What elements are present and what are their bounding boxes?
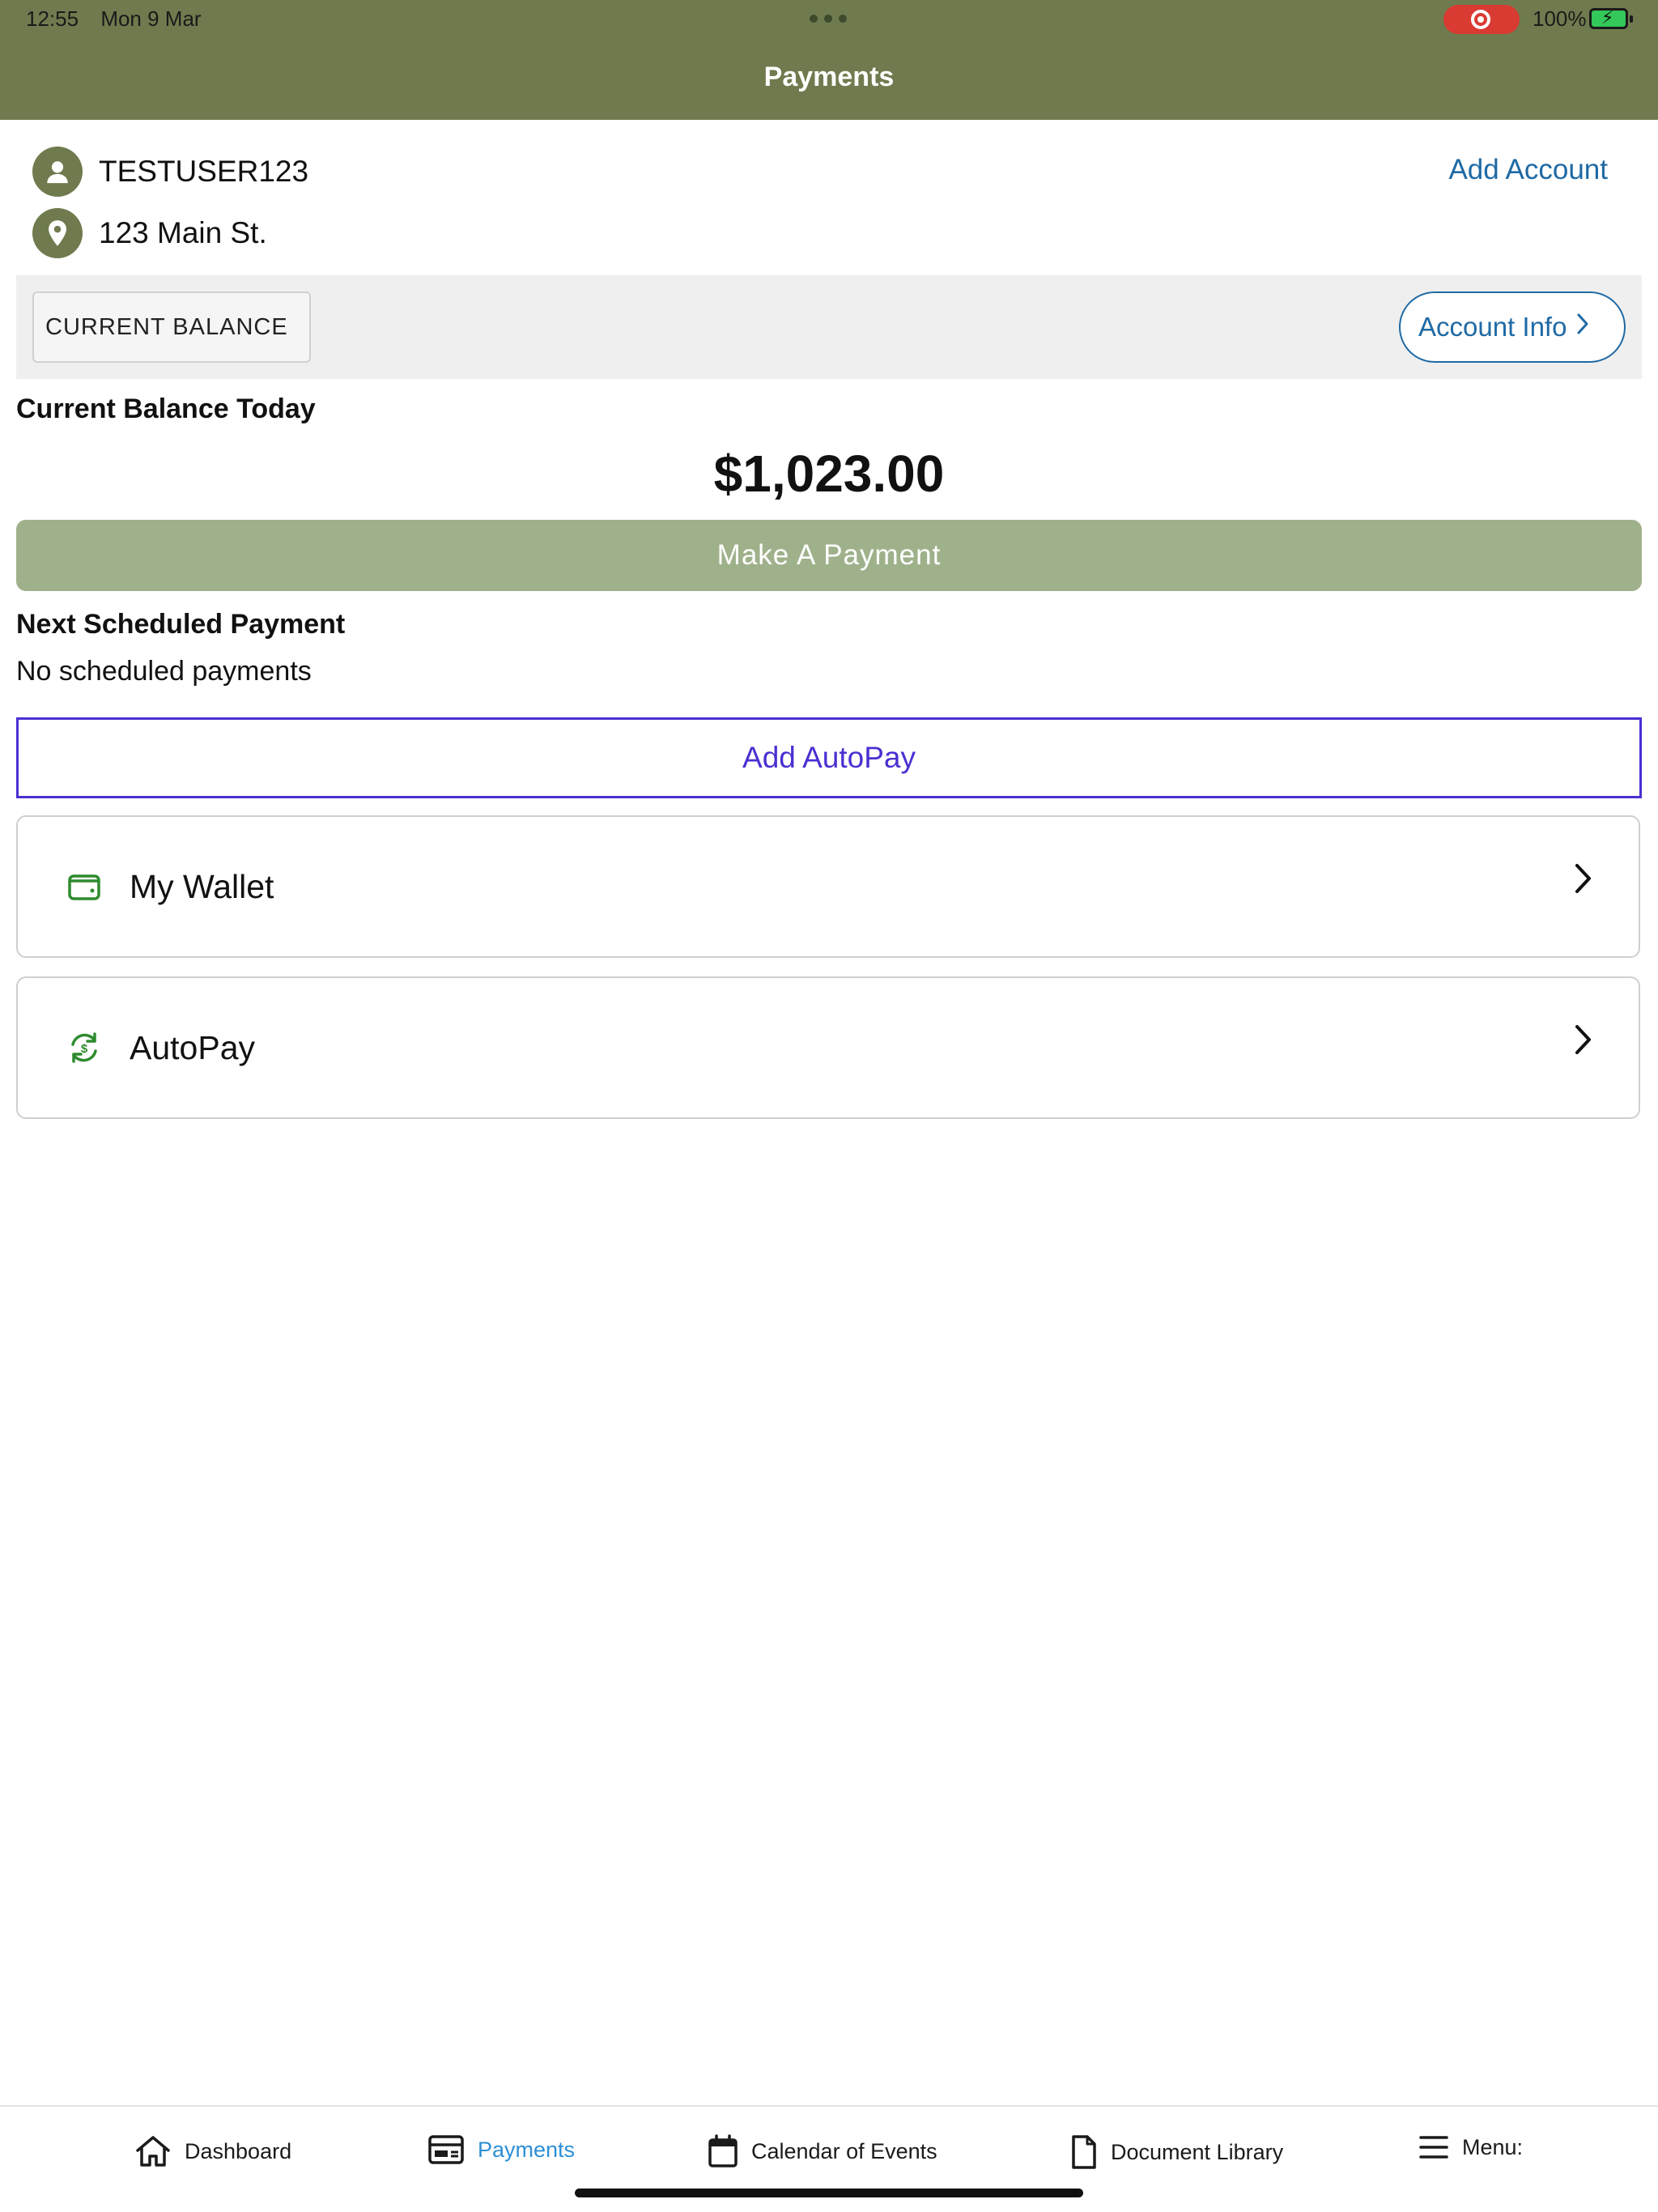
account-user-row: TESTUSER123 <box>32 147 308 197</box>
no-scheduled-payments-text: No scheduled payments <box>16 656 312 687</box>
multitasking-dots-icon[interactable] <box>810 15 847 23</box>
autopay-card[interactable]: $ AutoPay <box>16 976 1640 1119</box>
tab-calendar-label: Calendar of Events <box>751 2138 937 2163</box>
tab-payments[interactable]: Payments <box>427 2134 575 2165</box>
my-wallet-card[interactable]: My Wallet <box>16 815 1640 958</box>
tab-menu-label: Menu: <box>1462 2134 1524 2159</box>
balance-toolbar: CURRENT BALANCE Account Info <box>16 275 1642 379</box>
home-icon <box>136 2136 170 2167</box>
balance-amount: $1,023.00 <box>713 445 945 503</box>
tab-document-library[interactable]: Document Library <box>1070 2134 1283 2170</box>
page-title: Payments <box>763 62 895 92</box>
document-icon <box>1072 2135 1096 2169</box>
battery-percent: 100% <box>1533 6 1587 31</box>
tab-document-library-label: Document Library <box>1111 2139 1284 2164</box>
location-pin-icon <box>32 208 83 258</box>
status-date: Mon 9 Mar <box>100 6 202 31</box>
wallet-icon <box>66 869 102 904</box>
screen-recording-icon[interactable] <box>1443 5 1520 34</box>
chevron-right-icon <box>1574 1023 1593 1060</box>
make-payment-button[interactable]: Make A Payment <box>16 520 1642 591</box>
tab-menu[interactable]: Menu: <box>1418 2134 1523 2160</box>
account-address: 123 Main St. <box>99 216 267 249</box>
current-balance-tab[interactable]: CURRENT BALANCE <box>32 291 311 363</box>
next-payment-heading: Next Scheduled Payment <box>16 609 346 640</box>
tab-calendar[interactable]: Calendar of Events <box>708 2134 937 2168</box>
hamburger-icon <box>1419 2136 1448 2159</box>
payments-icon <box>428 2135 464 2164</box>
tab-dashboard[interactable]: Dashboard <box>134 2134 291 2168</box>
tab-payments-label: Payments <box>478 2137 576 2162</box>
user-icon <box>32 147 83 197</box>
svg-text:$: $ <box>81 1042 88 1056</box>
status-time-date: 12:55 Mon 9 Mar <box>26 6 218 32</box>
home-indicator[interactable] <box>575 2189 1083 2197</box>
autopay-cycle-icon: $ <box>66 1030 102 1066</box>
account-info-label: Account Info <box>1418 312 1567 342</box>
status-time: 12:55 <box>26 6 79 31</box>
header-bar: 12:55 Mon 9 Mar 100% ⚡ Payments <box>0 0 1658 120</box>
chevron-right-icon <box>1576 313 1589 342</box>
tab-dashboard-label: Dashboard <box>185 2138 292 2163</box>
my-wallet-label: My Wallet <box>130 867 274 905</box>
current-balance-heading: Current Balance Today <box>16 393 316 424</box>
calendar-icon <box>708 2134 738 2167</box>
account-username: TESTUSER123 <box>99 155 309 188</box>
account-info-button[interactable]: Account Info <box>1399 291 1626 363</box>
chevron-right-icon <box>1574 862 1593 899</box>
add-autopay-button[interactable]: Add AutoPay <box>16 717 1642 798</box>
account-address-row: 123 Main St. <box>32 208 267 258</box>
add-account-link[interactable]: Add Account <box>1448 154 1608 186</box>
battery-icon: ⚡ <box>1589 7 1633 29</box>
autopay-label: AutoPay <box>130 1028 255 1066</box>
